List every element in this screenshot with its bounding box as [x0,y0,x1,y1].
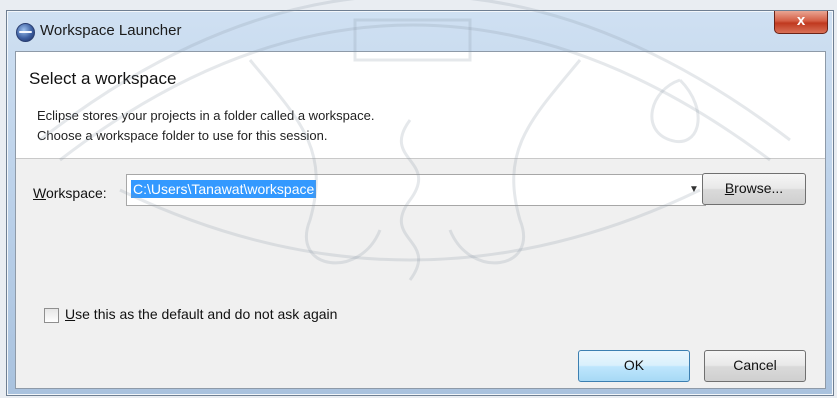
browse-button[interactable]: Browse... [702,173,806,205]
title-bar[interactable]: Workspace Launcher x [7,11,833,51]
eclipse-icon [16,23,35,42]
close-button[interactable]: x [774,11,828,34]
dialog-body: Select a workspace Eclipse stores your p… [15,51,826,389]
cancel-button[interactable]: Cancel [704,350,806,382]
close-icon: x [796,12,806,29]
default-workspace-checkbox[interactable] [44,308,59,323]
workspace-label: Workspace: [33,185,107,201]
ok-button[interactable]: OK [578,350,690,382]
workspace-combo[interactable]: C:\Users\Tanawat\workspace ▼ [126,174,706,206]
default-workspace-label[interactable]: Use this as the default and do not ask a… [65,306,337,322]
window-title: Workspace Launcher [40,22,182,39]
description-line-2: Choose a workspace folder to use for thi… [37,128,328,143]
workspace-launcher-window: Workspace Launcher x Select a workspace … [6,10,834,396]
header-title: Select a workspace [29,69,177,88]
description-line-1: Eclipse stores your projects in a folder… [37,108,375,123]
dialog-header: Select a workspace Eclipse stores your p… [16,52,825,159]
workspace-path-input[interactable]: C:\Users\Tanawat\workspace [131,180,317,198]
